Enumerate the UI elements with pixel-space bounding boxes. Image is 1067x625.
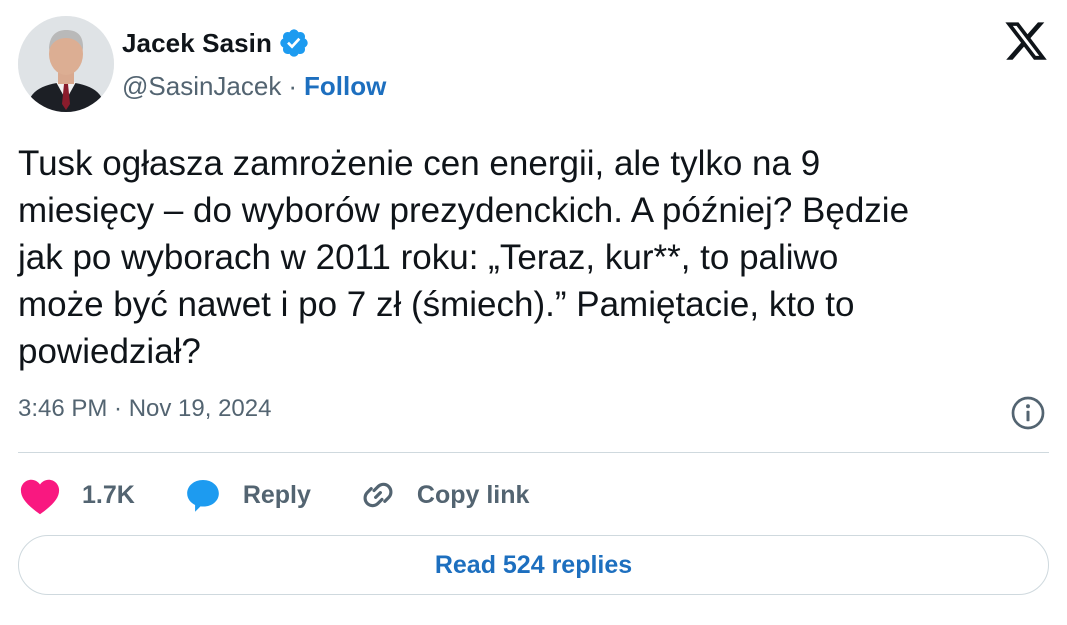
follow-button[interactable]: Follow	[304, 71, 386, 102]
avatar[interactable]	[18, 16, 114, 112]
reply-button[interactable]: Reply	[183, 476, 311, 514]
read-replies-label: Read 524 replies	[434, 550, 633, 579]
handle-row: @SasinJacek · Follow	[122, 71, 386, 102]
author-block: Jacek Sasin @SasinJacek · Follow	[122, 24, 386, 102]
likes-count: 1.7K	[82, 480, 135, 509]
copy-link-label: Copy link	[416, 480, 530, 509]
copy-link-button[interactable]: Copy link	[359, 476, 530, 514]
x-logo-icon[interactable]	[1003, 18, 1049, 64]
tweet-text: Tusk ogłasza zamrożenie cen energii, ale…	[18, 144, 910, 371]
verified-badge-icon	[278, 27, 310, 59]
heart-icon	[20, 479, 60, 515]
author-handle[interactable]: @SasinJacek	[122, 71, 281, 102]
tweet-timestamp[interactable]: 3:46 PM · Nov 19, 2024	[18, 395, 271, 423]
reply-label: Reply	[242, 480, 311, 509]
tweet-embed-card: Jacek Sasin @SasinJacek · Follow Tusk og…	[0, 0, 1067, 625]
avatar-photo-icon	[18, 16, 114, 112]
action-bar: 1.7K Reply Copy link	[18, 470, 577, 520]
read-replies-button[interactable]: Read 524 replies	[18, 535, 1049, 595]
like-button[interactable]: 1.7K	[18, 475, 135, 515]
link-icon	[363, 482, 393, 508]
info-icon[interactable]	[1010, 395, 1046, 431]
author-display-name[interactable]: Jacek Sasin	[122, 28, 272, 59]
separator-dot: ·	[288, 71, 298, 101]
speech-bubble-icon	[186, 479, 219, 512]
divider	[18, 452, 1049, 453]
name-row: Jacek Sasin	[122, 24, 386, 62]
